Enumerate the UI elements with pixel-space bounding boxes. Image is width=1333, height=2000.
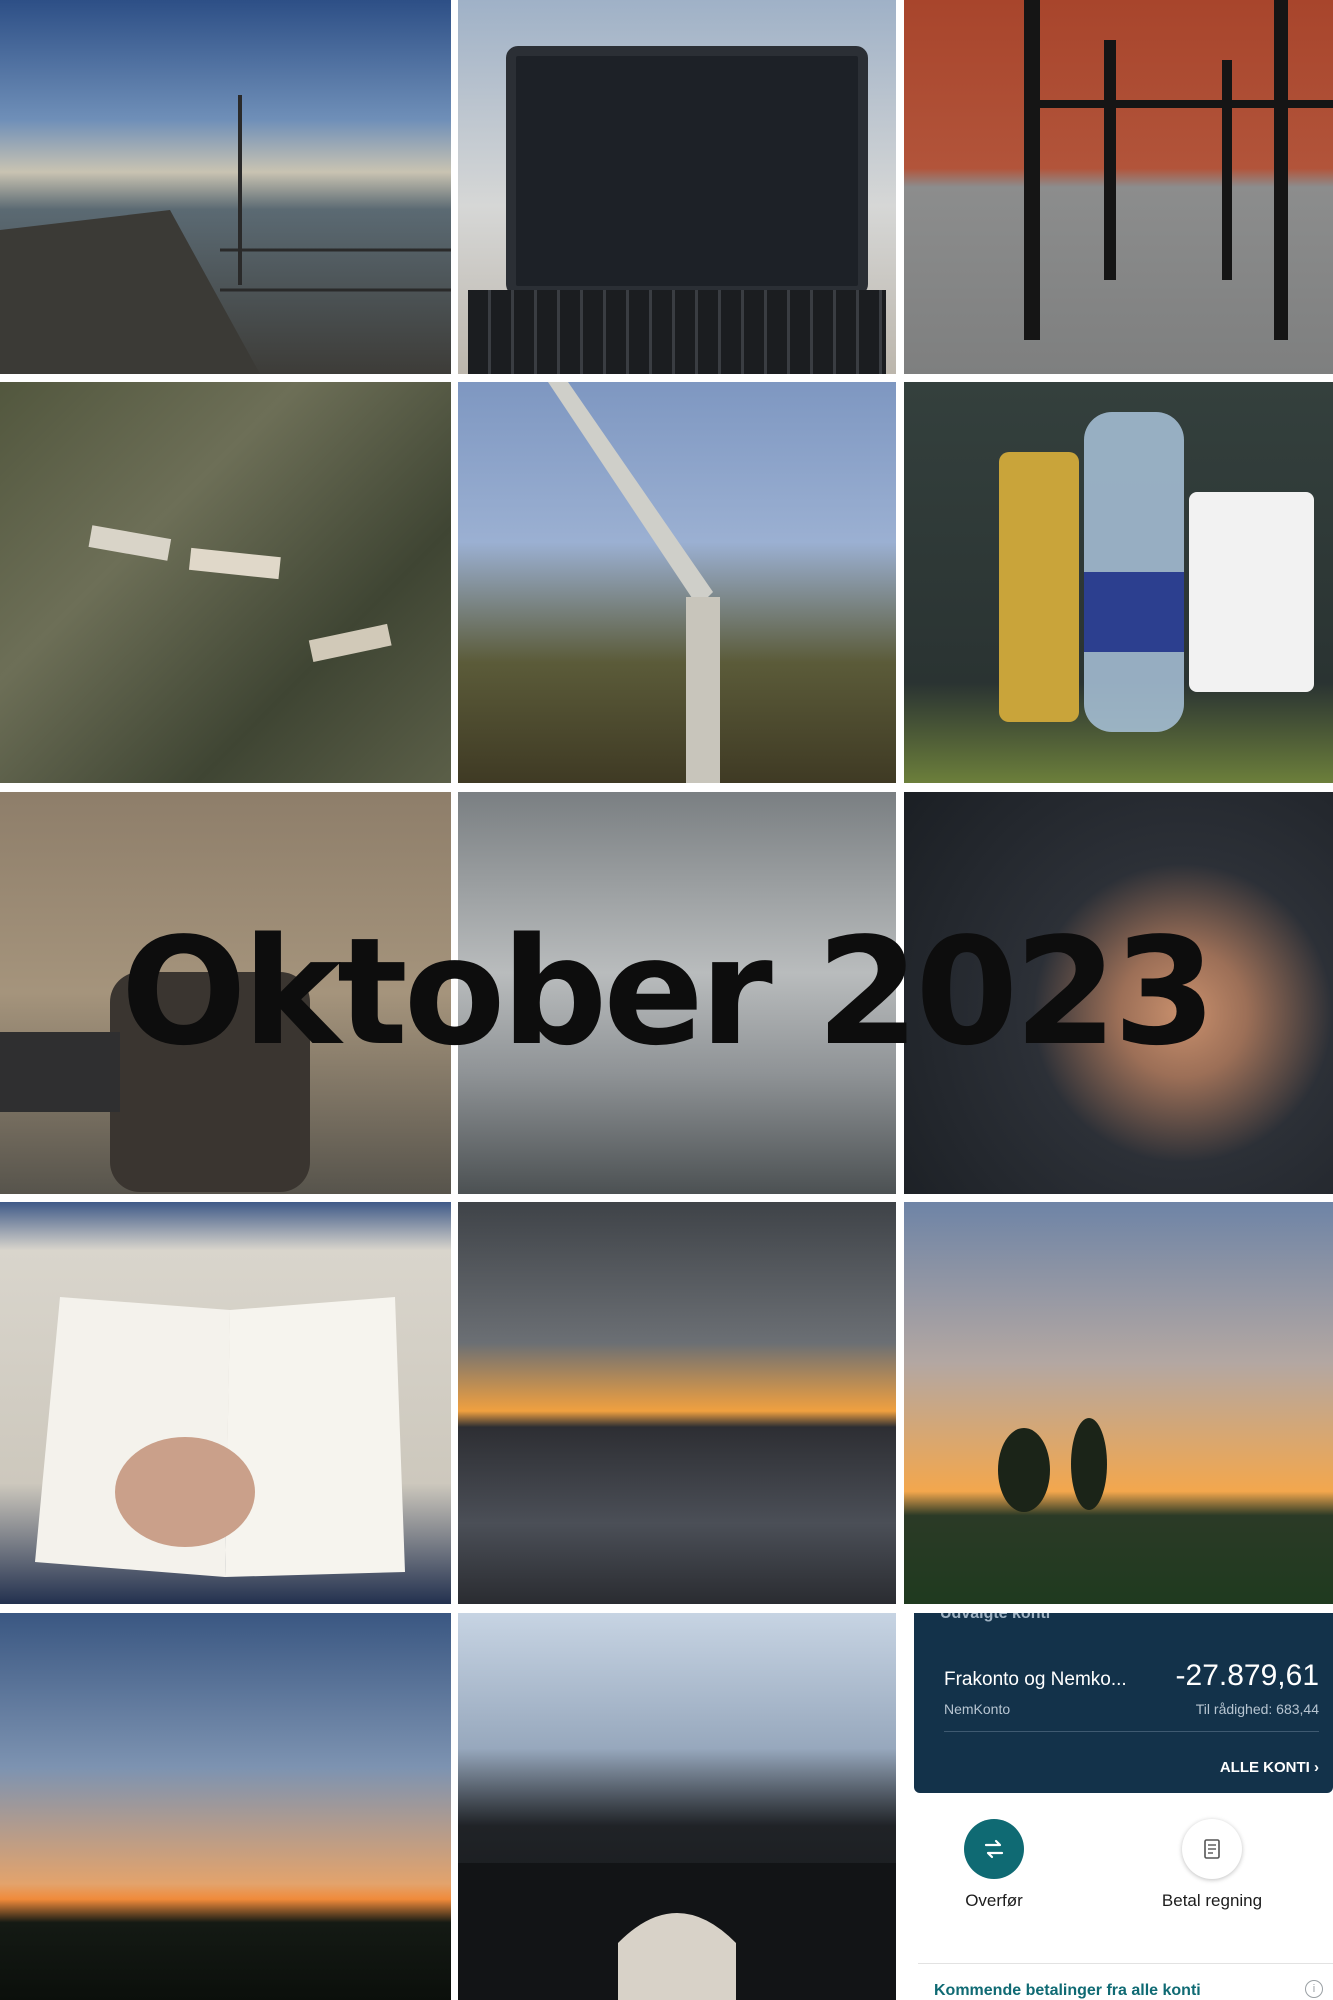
account-balance: -27.879,61 — [1175, 1659, 1319, 1692]
transfer-label: Overfør — [965, 1891, 1023, 1910]
photo-grass-debris — [0, 382, 451, 783]
bill-icon — [1182, 1819, 1242, 1879]
bread-water-wipes-illustration — [999, 412, 1314, 732]
laptop-screen — [506, 46, 868, 296]
sunset-field-illustration — [998, 1418, 1107, 1512]
photo-sunset-sea — [458, 1202, 896, 1604]
photo-outdoor-gym — [904, 0, 1333, 374]
pay-bill-button[interactable]: Betal regning — [1132, 1819, 1292, 1911]
bank-app-widget: Udvalgte konti Frakonto og Nemko... NemK… — [904, 1613, 1333, 2000]
broken-birch-illustration — [548, 382, 720, 783]
photo-tunnel-trees — [458, 1613, 896, 2000]
account-name: Frakonto og Nemko... — [944, 1669, 1127, 1690]
transfer-button[interactable]: Overfør — [924, 1819, 1064, 1911]
photo-broken-birch — [458, 382, 896, 783]
harbor-promenade-illustration — [0, 95, 451, 374]
tunnel-trees-illustration — [458, 1863, 896, 2000]
all-accounts-link[interactable]: ALLE KONTI › — [1220, 1759, 1319, 1776]
section-header: Udvalgte konti — [940, 1613, 1051, 1622]
photo-bread-water-wipes — [904, 382, 1333, 783]
photo-harbor-promenade — [0, 0, 451, 374]
collage-title: Oktober 2023 — [120, 906, 1216, 1078]
grass-debris-illustration — [88, 525, 392, 663]
available-balance: Til rådighed: 683,44 — [1195, 1701, 1319, 1717]
upcoming-payments-label: Kommende betalinger fra alle konti — [934, 1982, 1201, 1999]
upcoming-payments[interactable]: Kommende betalinger fra alle konti i — [918, 1963, 1333, 2000]
gym-bar — [1222, 60, 1232, 280]
gym-bar — [1104, 40, 1116, 280]
photo-laptop — [458, 0, 896, 374]
photo-sunset-field — [904, 1202, 1333, 1604]
laptop-keyboard — [468, 290, 886, 374]
photo-reading-book — [0, 1202, 451, 1604]
photo-dusk-horizon — [0, 1613, 451, 2000]
gym-bar — [1024, 100, 1333, 108]
card-divider — [944, 1731, 1319, 1732]
info-icon[interactable]: i — [1305, 1980, 1323, 1998]
gym-bar — [1274, 0, 1288, 340]
transfer-icon — [964, 1819, 1024, 1879]
pay-bill-label: Betal regning — [1161, 1891, 1263, 1910]
reading-book-illustration — [35, 1297, 405, 1577]
account-card[interactable]: Udvalgte konti Frakonto og Nemko... NemK… — [914, 1613, 1333, 1793]
account-type: NemKonto — [944, 1701, 1011, 1717]
gym-bar — [1024, 0, 1040, 340]
